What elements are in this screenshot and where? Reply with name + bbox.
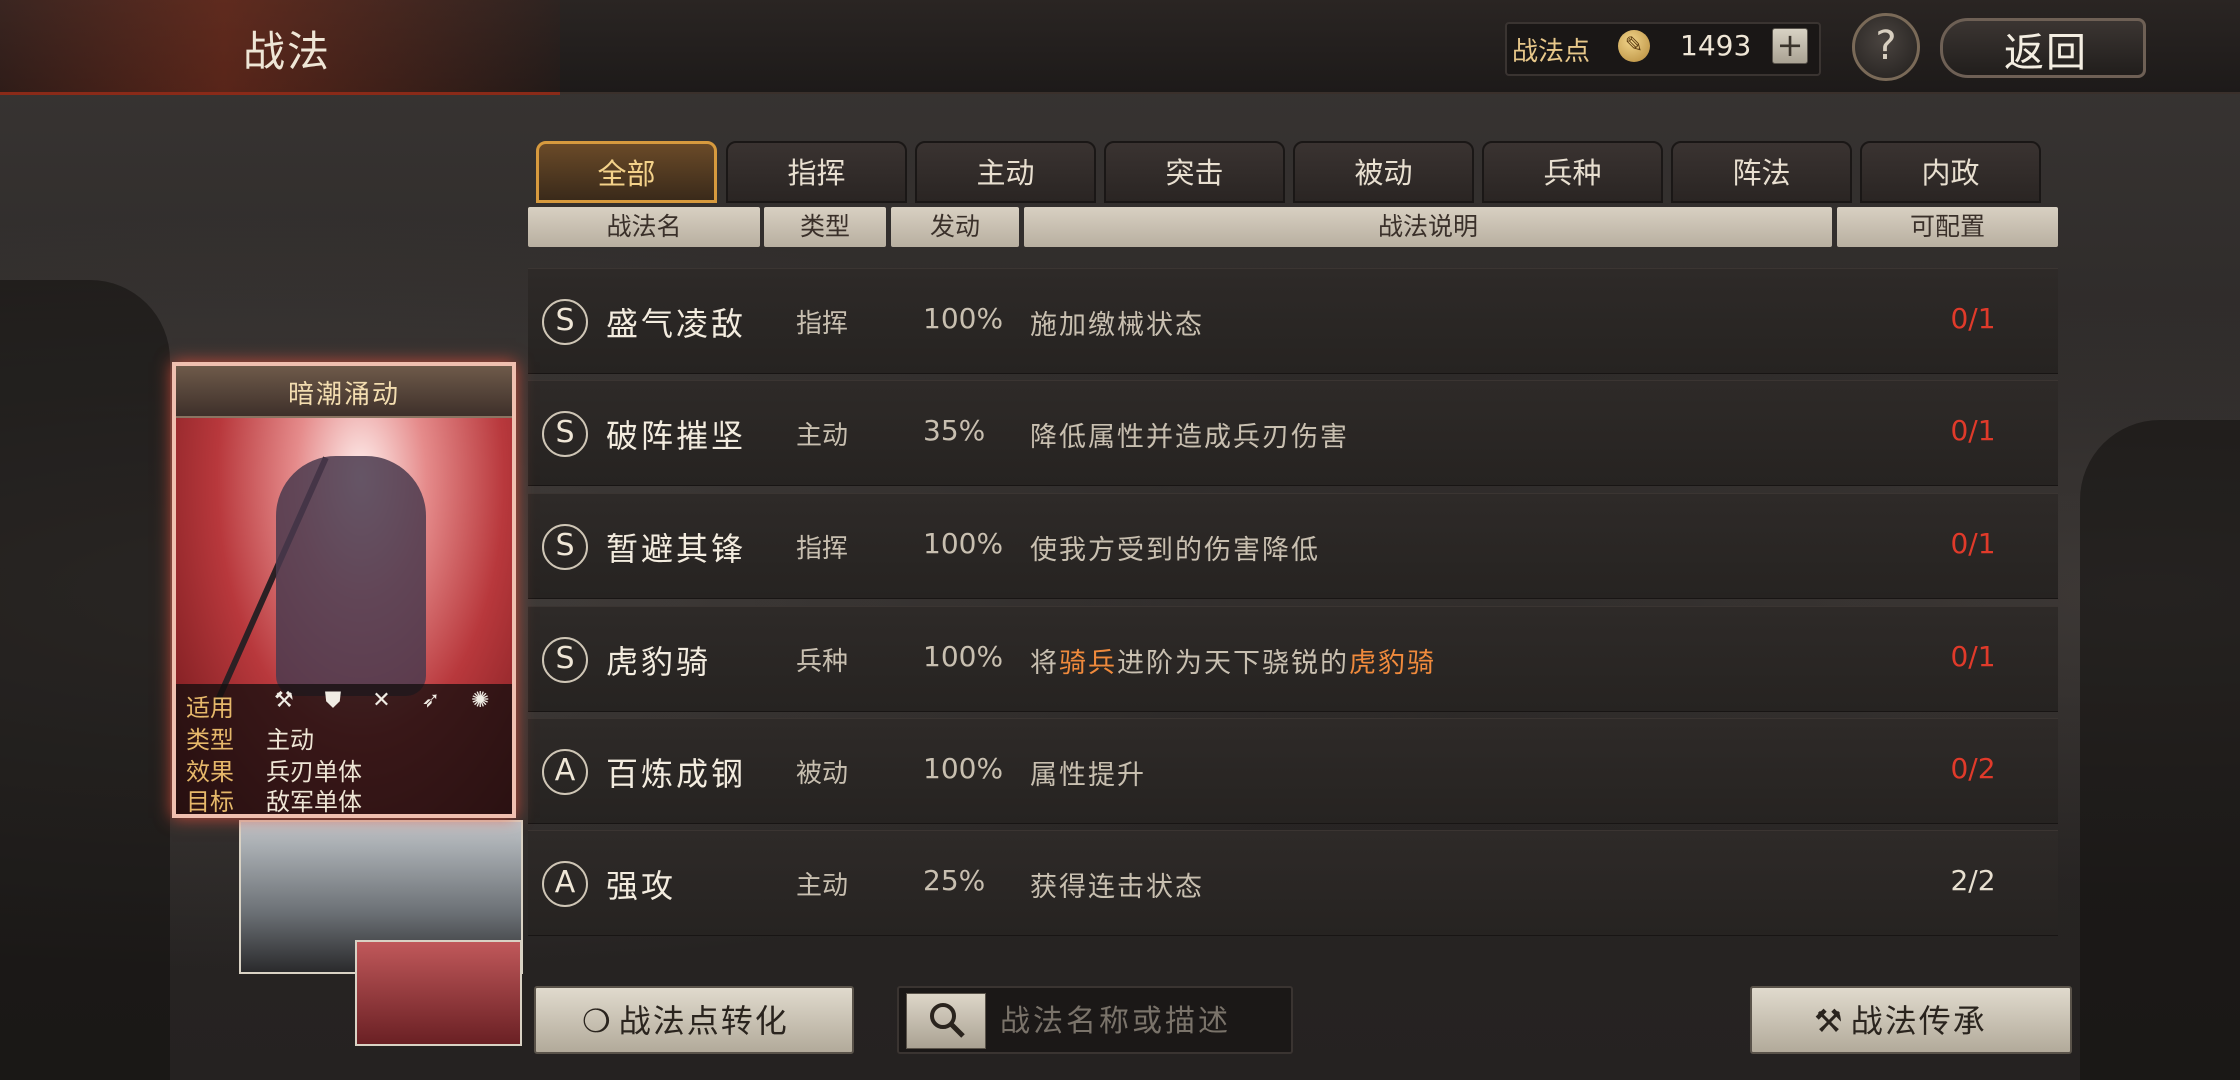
skill-rate: 100% (923, 527, 1004, 560)
skill-type: 指挥 (796, 534, 849, 564)
skill-type: 兵种 (796, 647, 849, 677)
tab-all[interactable]: 全部 (536, 141, 717, 203)
card-target-row: 目标 敌军单体 (186, 788, 362, 816)
skill-count: 2/2 (1950, 864, 1996, 897)
column-header-type[interactable]: 类型 (764, 207, 886, 247)
skill-description: 将骑兵进阶为天下骁锐的虎豹骑 (1030, 648, 1436, 679)
skill-name: 暂避其锋 (606, 530, 747, 568)
skill-name: 强攻 (606, 867, 677, 905)
column-header-description: 战法说明 (1024, 207, 1832, 247)
skill-row[interactable]: S 暂避其锋 指挥 100% 使我方受到的伤害降低 0/1 (528, 493, 2058, 599)
skill-row[interactable]: S 盛气凌敌 指挥 100% 施加缴械状态 0/1 (528, 268, 2058, 374)
skill-row[interactable]: A 强攻 主动 25% 获得连击状态 2/2 (528, 830, 2058, 936)
tab-assault[interactable]: 突击 (1104, 141, 1285, 203)
card-art-warrior (276, 456, 426, 696)
skill-row[interactable]: A 百炼成钢 被动 100% 属性提升 0/2 (528, 718, 2058, 824)
tab-internal-affairs[interactable]: 内政 (1860, 141, 2041, 203)
skill-description: 属性提升 (1030, 760, 1146, 791)
skill-points-icon: ✎ (1618, 30, 1650, 62)
card-title: 暗潮涌动 (287, 380, 400, 410)
tab-active[interactable]: 主动 (915, 141, 1096, 203)
page-title: 战法 (243, 27, 332, 76)
skill-rate: 25% (923, 864, 986, 897)
troop-type-icons: ⚒ ⛊ ✕ ➶ ✺ (274, 688, 502, 713)
grade-badge: S (542, 637, 588, 683)
card-applies-row: 适用 ⚒ ⛊ ✕ ➶ ✺ (186, 688, 502, 722)
tab-passive[interactable]: 被动 (1293, 141, 1474, 203)
skill-name: 百炼成钢 (606, 755, 747, 793)
skill-rate: 100% (923, 302, 1004, 335)
help-button[interactable]: ? (1852, 13, 1920, 81)
card-type-row: 类型 主动 (186, 726, 314, 754)
back-button-label: 返回 (2004, 30, 2088, 76)
column-header-name[interactable]: 战法名 (528, 207, 760, 247)
skill-row[interactable]: S 虎豹骑 兵种 100% 将骑兵进阶为天下骁锐的虎豹骑 0/1 (528, 606, 2058, 712)
skill-name: 破阵摧坚 (606, 417, 747, 455)
skill-list[interactable]: S 盛气凌敌 指挥 100% 施加缴械状态 0/1 S 破阵摧坚 主动 35% … (528, 250, 2058, 962)
skill-inherit-button[interactable]: ⚒ 战法传承 (1750, 986, 2072, 1054)
skill-count: 0/1 (1950, 527, 1996, 560)
search-button[interactable] (906, 993, 986, 1049)
skill-rate: 35% (923, 414, 986, 447)
grade-badge: A (542, 749, 588, 795)
add-points-button[interactable]: + (1772, 28, 1808, 64)
tab-formation[interactable]: 阵法 (1671, 141, 1852, 203)
card-info-panel: 适用 ⚒ ⛊ ✕ ➶ ✺ 类型 主动 效果 兵刃单体 目标 敌军单体 (176, 684, 512, 816)
column-header-rate[interactable]: 发动 (891, 207, 1019, 247)
grade-badge: S (542, 411, 588, 457)
tab-troop-type[interactable]: 兵种 (1482, 141, 1663, 203)
skill-type: 指挥 (796, 309, 849, 339)
skill-description: 降低属性并造成兵刃伤害 (1030, 422, 1349, 453)
selected-skill-card[interactable]: 暗潮涌动 适用 ⚒ ⛊ ✕ ➶ ✺ 类型 主动 效果 兵刃单体 目标 敌军单体 (172, 362, 516, 818)
skill-count: 0/1 (1950, 414, 1996, 447)
tab-command[interactable]: 指挥 (726, 141, 907, 203)
convert-points-button[interactable]: ❍ 战法点转化 (534, 986, 854, 1054)
skill-count: 0/1 (1950, 302, 1996, 335)
skill-description: 施加缴械状态 (1030, 310, 1204, 341)
skill-type: 主动 (796, 871, 849, 901)
back-button[interactable]: 返回 (1940, 14, 2146, 78)
grade-badge: S (542, 524, 588, 570)
flame-icon: ❍ (582, 1002, 613, 1040)
skill-points-value: 1493 (1680, 29, 1752, 62)
search-input[interactable] (998, 998, 1282, 1044)
column-header-configurable[interactable]: 可配置 (1837, 207, 2058, 247)
skill-row[interactable]: S 破阵摧坚 主动 35% 降低属性并造成兵刃伤害 0/1 (528, 380, 2058, 486)
skill-count: 0/2 (1950, 752, 1996, 785)
skill-description: 获得连击状态 (1030, 872, 1204, 903)
grade-badge: S (542, 299, 588, 345)
background-silhouette-right (2080, 420, 2240, 1080)
skill-description: 使我方受到的伤害降低 (1030, 535, 1320, 566)
skill-type: 主动 (796, 421, 849, 451)
skill-rate: 100% (923, 752, 1004, 785)
background-silhouette-left (0, 280, 170, 1080)
hammer-icon: ⚒ (1814, 1002, 1845, 1040)
skill-count: 0/1 (1950, 640, 1996, 673)
skill-points-label: 战法点 (1512, 37, 1591, 67)
skill-name: 虎豹骑 (606, 643, 712, 681)
skill-type: 被动 (796, 759, 849, 789)
skill-name: 盛气凌敌 (606, 305, 747, 343)
skill-rate: 100% (923, 640, 1004, 673)
card-stack-third[interactable] (355, 940, 522, 1046)
search-icon (930, 1003, 965, 1038)
grade-badge: A (542, 861, 588, 907)
